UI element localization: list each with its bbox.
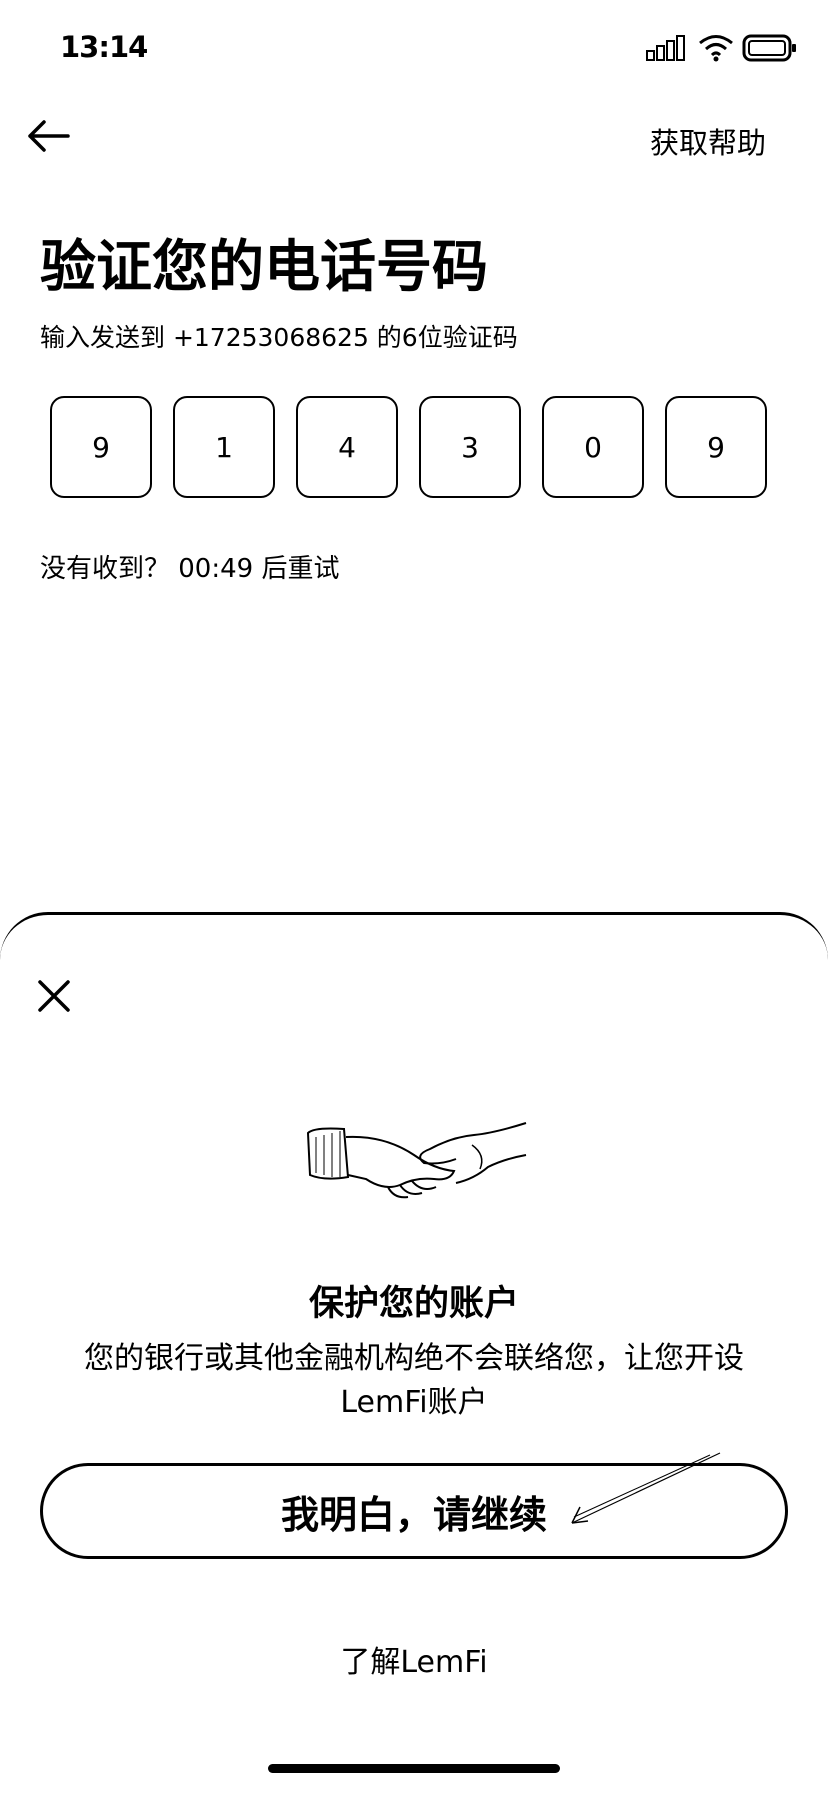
verification-subtitle: 输入发送到 +17253068625 的6位验证码 xyxy=(40,323,518,352)
learn-lemfi-link[interactable]: 了解LemFi xyxy=(0,1637,828,1681)
page-title: 验证您的电话号码 xyxy=(40,235,488,300)
otp-digit-6[interactable]: 9 xyxy=(665,396,767,498)
otp-digit-3[interactable]: 4 xyxy=(296,396,398,498)
close-icon[interactable] xyxy=(34,976,74,1016)
confirm-continue-button[interactable]: 我明白，请继续 xyxy=(40,1463,788,1559)
otp-digit-4[interactable]: 3 xyxy=(419,396,521,498)
status-time: 13:14 xyxy=(60,30,148,64)
otp-digit-5[interactable]: 0 xyxy=(542,396,644,498)
status-icons xyxy=(646,34,798,62)
arrow-left-icon[interactable] xyxy=(24,112,72,160)
protect-account-sheet: 保护您的账户 您的银行或其他金融机构绝不会联络您，让您开设LemFi账户 我明白… xyxy=(0,912,828,1812)
otp-digit-2[interactable]: 1 xyxy=(173,396,275,498)
battery-icon xyxy=(742,34,796,62)
sheet-description: 您的银行或其他金融机构绝不会联络您，让您开设LemFi账户 xyxy=(84,1341,744,1420)
sheet-title: 保护您的账户 xyxy=(308,1284,519,1324)
signal-icon xyxy=(646,35,685,61)
confirm-continue-label: 我明白，请继续 xyxy=(280,1492,547,1537)
wifi-icon xyxy=(699,35,733,62)
get-help-link[interactable]: 获取帮助 xyxy=(650,120,766,162)
otp-digit-1[interactable]: 9 xyxy=(50,396,152,498)
handshake-illustration xyxy=(306,1122,527,1199)
resend-countdown: 没有收到？ 00:49 后重试 xyxy=(40,554,340,584)
otp-input-group: 9 1 4 3 0 9 xyxy=(50,396,767,498)
home-indicator[interactable] xyxy=(268,1764,560,1773)
